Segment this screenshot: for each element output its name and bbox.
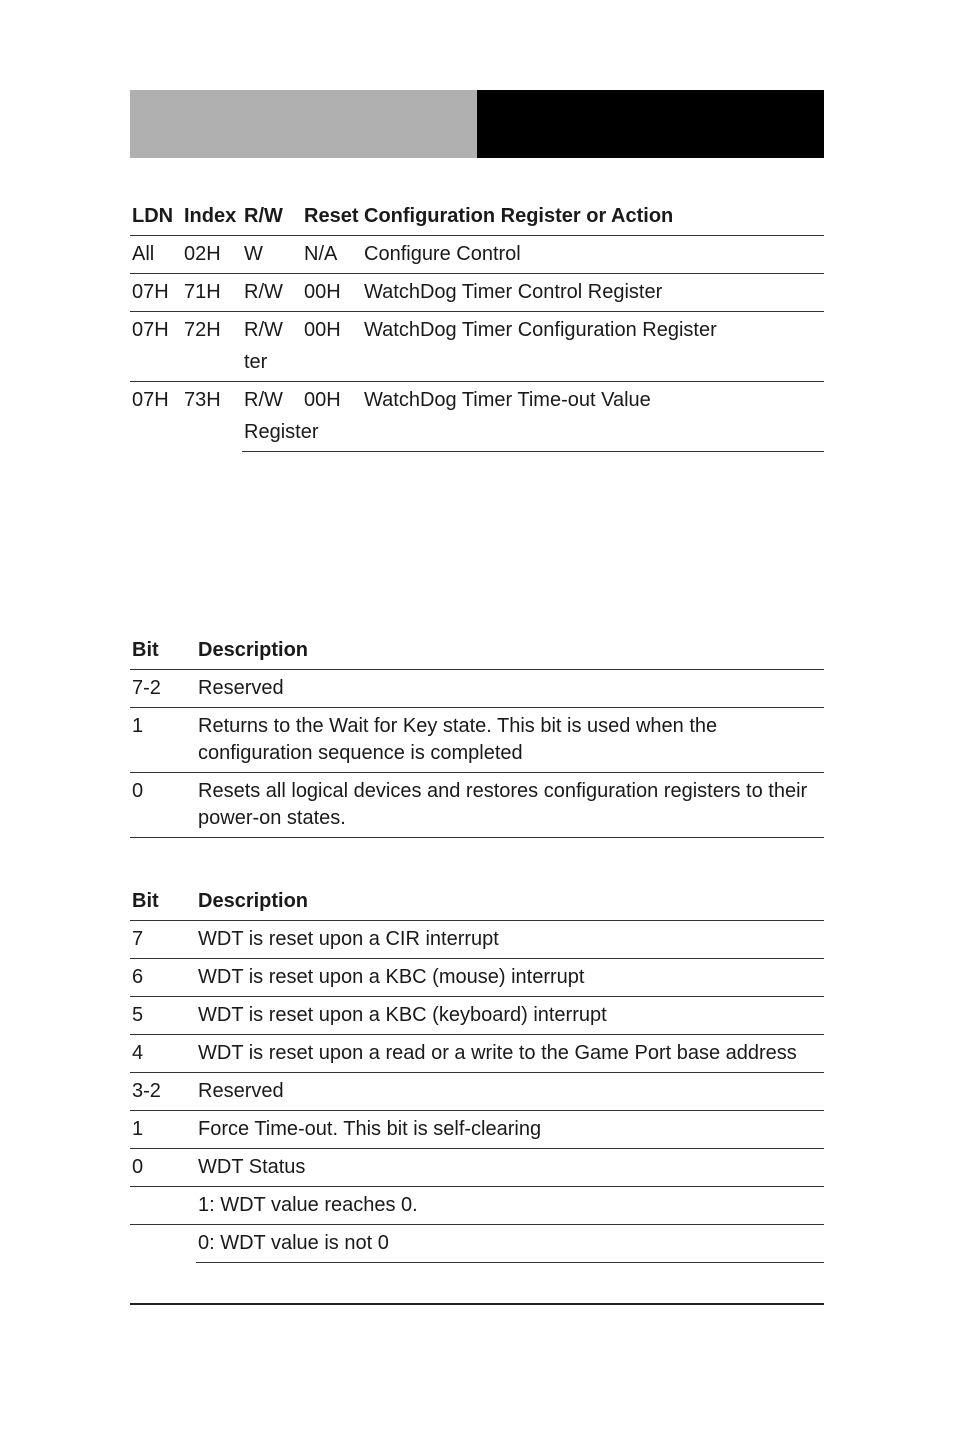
- cell-bit: 4: [130, 1035, 196, 1073]
- cell-desc: WDT is reset upon a CIR interrupt: [196, 921, 824, 959]
- cell-desc: Resets all logical devices and restores …: [196, 773, 824, 838]
- bit-table-1: Bit Description 7-2 Reserved 1 Returns t…: [130, 632, 824, 838]
- cell-desc: WDT is reset upon a KBC (keyboard) inter…: [196, 997, 824, 1035]
- cell-desc: WDT is reset upon a read or a write to t…: [196, 1035, 824, 1073]
- table-row: 7 WDT is reset upon a CIR interrupt: [130, 921, 824, 959]
- cell-bit: 7-2: [130, 670, 196, 708]
- table-row: 0 Resets all logical devices and restore…: [130, 773, 824, 838]
- cell-desc: Force Time-out. This bit is self-clearin…: [196, 1111, 824, 1149]
- cell-config: WatchDog Timer Control Register: [362, 274, 824, 312]
- table-row: 07H 73H R/W 00H WatchDog Timer Time-out …: [130, 382, 824, 420]
- table-row: 7-2 Reserved: [130, 670, 824, 708]
- cell-bit: 5: [130, 997, 196, 1035]
- register-table-section: LDN Index R/W Reset Configuration Regist…: [130, 198, 824, 452]
- cell-reset: 00H: [302, 274, 362, 312]
- cell-reset: 00H: [302, 382, 362, 420]
- col-config: Configuration Register or Action: [362, 198, 824, 236]
- cell-index: 73H: [182, 382, 242, 420]
- table-header-row: Bit Description: [130, 883, 824, 921]
- cell-desc: Reserved: [196, 670, 824, 708]
- table-row-continuation: Register: [130, 419, 824, 452]
- register-table: LDN Index R/W Reset Configuration Regist…: [130, 198, 824, 452]
- table-row: 1: WDT value reaches 0.: [130, 1187, 824, 1225]
- header-banner: [130, 90, 824, 158]
- table-row: 07H 72H R/W 00H WatchDog Timer Configura…: [130, 312, 824, 350]
- table-row: 0 WDT Status: [130, 1149, 824, 1187]
- page-footer-rule: [130, 1303, 824, 1305]
- bit-table-1-section: Bit Description 7-2 Reserved 1 Returns t…: [130, 632, 824, 838]
- cell-rw-cont: Register: [242, 419, 824, 452]
- cell-desc: WDT Status: [196, 1149, 824, 1187]
- col-desc: Description: [196, 883, 824, 921]
- col-ldn: LDN: [130, 198, 182, 236]
- cell-bit: 0: [130, 1149, 196, 1187]
- cell-config: Configure Control: [362, 236, 824, 274]
- cell-reset: N/A: [302, 236, 362, 274]
- cell-desc: Returns to the Wait for Key state. This …: [196, 708, 824, 773]
- cell-bit: 0: [130, 773, 196, 838]
- table-row-continuation: ter: [130, 349, 824, 382]
- cell-desc: Reserved: [196, 1073, 824, 1111]
- cell-ldn: 07H: [130, 382, 182, 420]
- cell-rw: R/W: [242, 274, 302, 312]
- cell-rw: R/W: [242, 382, 302, 420]
- bit-table-2-section: Bit Description 7 WDT is reset upon a CI…: [130, 883, 824, 1263]
- cell-rw: W: [242, 236, 302, 274]
- col-bit: Bit: [130, 632, 196, 670]
- table-row: 1 Returns to the Wait for Key state. Thi…: [130, 708, 824, 773]
- cell-bit: 1: [130, 1111, 196, 1149]
- cell-config: WatchDog Timer Time-out Value: [362, 382, 824, 420]
- col-bit: Bit: [130, 883, 196, 921]
- col-rw: R/W: [242, 198, 302, 236]
- cell-bit: 7: [130, 921, 196, 959]
- col-reset: Reset: [302, 198, 362, 236]
- cell-index: 02H: [182, 236, 242, 274]
- table-row: All 02H W N/A Configure Control: [130, 236, 824, 274]
- banner-right: [477, 90, 824, 158]
- table-row: 6 WDT is reset upon a KBC (mouse) interr…: [130, 959, 824, 997]
- cell-ldn: 07H: [130, 274, 182, 312]
- table-row: 4 WDT is reset upon a read or a write to…: [130, 1035, 824, 1073]
- col-desc: Description: [196, 632, 824, 670]
- cell-desc: 1: WDT value reaches 0.: [196, 1187, 824, 1225]
- table-row: 3-2 Reserved: [130, 1073, 824, 1111]
- cell-rw: R/W: [242, 312, 302, 350]
- table-row: 5 WDT is reset upon a KBC (keyboard) int…: [130, 997, 824, 1035]
- cell-desc: WDT is reset upon a KBC (mouse) interrup…: [196, 959, 824, 997]
- cell-rw-cont: ter: [242, 349, 824, 382]
- table-row: 0: WDT value is not 0: [130, 1225, 824, 1263]
- table-header-row: LDN Index R/W Reset Configuration Regist…: [130, 198, 824, 236]
- cell-index: 71H: [182, 274, 242, 312]
- cell-bit: 6: [130, 959, 196, 997]
- table-row: 1 Force Time-out. This bit is self-clear…: [130, 1111, 824, 1149]
- banner-left: [130, 90, 477, 158]
- col-index: Index: [182, 198, 242, 236]
- cell-index: 72H: [182, 312, 242, 350]
- bit-table-2: Bit Description 7 WDT is reset upon a CI…: [130, 883, 824, 1263]
- cell-config: WatchDog Timer Configuration Register: [362, 312, 824, 350]
- cell-desc: 0: WDT value is not 0: [196, 1225, 824, 1263]
- table-row: 07H 71H R/W 00H WatchDog Timer Control R…: [130, 274, 824, 312]
- cell-bit: 1: [130, 708, 196, 773]
- table-header-row: Bit Description: [130, 632, 824, 670]
- cell-reset: 00H: [302, 312, 362, 350]
- cell-ldn: 07H: [130, 312, 182, 350]
- cell-bit: 3-2: [130, 1073, 196, 1111]
- cell-ldn: All: [130, 236, 182, 274]
